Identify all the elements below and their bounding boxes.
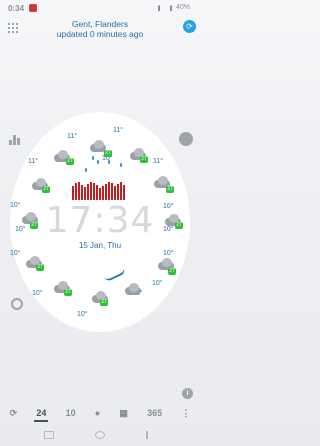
nav-recent-icon[interactable] <box>44 431 54 439</box>
system-nav-bar <box>0 424 200 446</box>
temp-label: 10° <box>10 250 21 257</box>
range-24-button[interactable]: 24 <box>34 408 49 422</box>
rain-drop-icon <box>120 163 122 167</box>
weather-badge: 27 <box>168 268 176 275</box>
rain-drop-icon <box>108 160 110 164</box>
weather-badge: 27 <box>64 289 72 296</box>
nav-back-icon[interactable] <box>146 431 156 439</box>
temp-label: 10° <box>163 250 174 257</box>
nav-home-icon[interactable] <box>95 431 105 439</box>
stats-icon[interactable]: ▦ <box>119 408 128 419</box>
weather-badge: 27 <box>36 264 44 271</box>
signal-icon <box>152 4 160 11</box>
cloud-icon <box>123 283 143 295</box>
weather-badge: 27 <box>100 299 108 306</box>
refresh-icon[interactable]: ⟳ <box>183 20 196 33</box>
temperature-chart <box>72 180 128 200</box>
rain-drop-icon <box>85 168 87 172</box>
rain-drop-icon <box>92 156 94 160</box>
notification-icon <box>29 4 37 12</box>
temp-label: 10° <box>32 290 43 297</box>
clock-time: 17:34 <box>45 200 155 241</box>
clock-date: 15 Jan, Thu <box>78 241 122 250</box>
rain-drop-icon <box>97 160 99 164</box>
temp-label: 11° <box>28 158 39 165</box>
city-title[interactable]: Gent, Flanders <box>0 19 200 29</box>
status-icons: 40% <box>152 4 190 11</box>
range-365-button[interactable]: 365 <box>147 408 162 418</box>
status-time: 0:34 <box>8 4 25 13</box>
more-menu-icon[interactable]: ⋮ <box>181 408 190 419</box>
alarm-icon[interactable] <box>11 298 23 310</box>
status-bar: 0:34 40% <box>0 0 200 18</box>
weather-badge: 27 <box>66 158 74 165</box>
temp-label: 11° <box>153 158 164 165</box>
wifi-icon <box>164 4 172 11</box>
location-pin-icon[interactable]: ● <box>95 408 100 418</box>
weather-badge: 27 <box>42 186 50 193</box>
chart-bars-icon[interactable] <box>9 133 21 145</box>
refresh-small-icon[interactable]: ⟳ <box>10 408 18 419</box>
weather-badge: 27 <box>104 150 112 157</box>
palette-icon[interactable] <box>179 132 193 146</box>
range-10-button[interactable]: 10 <box>66 408 76 418</box>
temp-label: 11° <box>113 127 124 134</box>
battery-text: 40% <box>175 4 190 11</box>
weather-badge: 27 <box>166 186 174 193</box>
weather-badge: 27 <box>140 156 148 163</box>
temp-label: 10° <box>152 280 163 287</box>
temp-label: 10° <box>77 311 88 318</box>
update-status: updated 0 minutes ago <box>56 29 144 39</box>
info-icon[interactable]: i <box>182 388 193 399</box>
temp-label: 11° <box>67 133 78 140</box>
bottom-toolbar: ⟳ 24 10 ● ▦ 365 ⋮ <box>0 402 200 424</box>
